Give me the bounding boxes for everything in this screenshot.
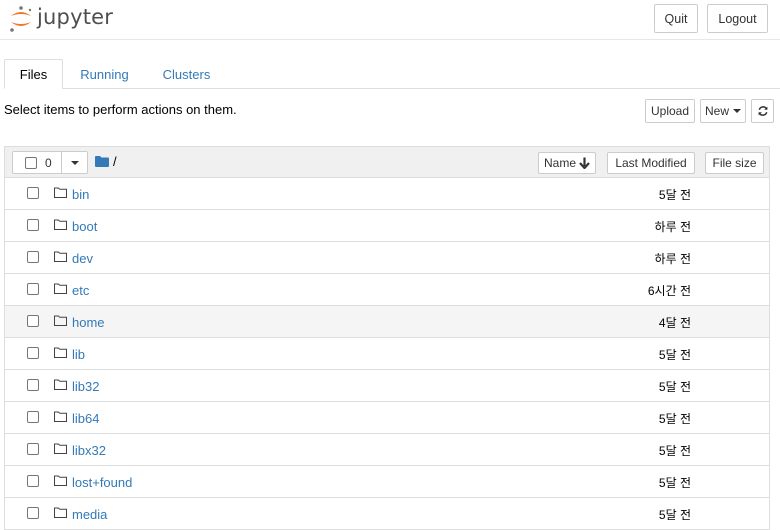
- item-modified: 5달 전: [658, 476, 691, 490]
- file-list: bin 5달 전 boot 하루 전 dev 하루 전 etc 6시간 전 ho…: [4, 178, 770, 530]
- item-name-link[interactable]: dev: [72, 251, 93, 266]
- list-item[interactable]: libx32 5달 전: [4, 434, 770, 466]
- item-name-link[interactable]: etc: [72, 283, 89, 298]
- refresh-button[interactable]: [751, 99, 774, 123]
- new-button[interactable]: New: [700, 99, 746, 123]
- item-name-link[interactable]: lib32: [72, 379, 99, 394]
- select-dropdown-chevron-icon[interactable]: [71, 161, 79, 165]
- item-name-link[interactable]: bin: [72, 187, 89, 202]
- folder-outline-icon: [54, 251, 67, 262]
- folder-outline-icon: [54, 219, 67, 230]
- tab-clusters[interactable]: Clusters: [149, 59, 224, 89]
- selected-count: 0: [45, 156, 52, 170]
- folder-outline-icon: [54, 443, 67, 454]
- folder-outline-icon: [54, 411, 67, 422]
- logout-button[interactable]: Logout: [707, 4, 768, 33]
- chevron-down-icon: [733, 109, 741, 113]
- tab-files[interactable]: Files: [4, 59, 63, 89]
- selection-hint: Select items to perform actions on them.: [4, 102, 237, 117]
- item-modified: 5달 전: [658, 444, 691, 458]
- sort-by-size-button[interactable]: File size: [705, 152, 764, 174]
- list-item[interactable]: dev 하루 전: [4, 242, 770, 274]
- item-checkbox[interactable]: [27, 475, 39, 487]
- list-item[interactable]: lib 5달 전: [4, 338, 770, 370]
- sort-name-label: Name: [543, 156, 576, 170]
- folder-outline-icon: [54, 507, 67, 518]
- item-checkbox[interactable]: [27, 219, 39, 231]
- item-checkbox[interactable]: [27, 347, 39, 359]
- breadcrumb-root[interactable]: /: [113, 154, 117, 169]
- quit-button[interactable]: Quit: [654, 4, 698, 33]
- folder-icon[interactable]: [95, 156, 109, 167]
- list-item[interactable]: home 4달 전: [4, 306, 770, 338]
- jupyter-logo[interactable]: jupyter: [8, 5, 113, 33]
- item-name-link[interactable]: lib: [72, 347, 85, 362]
- folder-outline-icon: [54, 347, 67, 358]
- item-modified: 5달 전: [658, 412, 691, 426]
- list-item[interactable]: bin 5달 전: [4, 178, 770, 210]
- item-checkbox[interactable]: [27, 283, 39, 295]
- item-name-link[interactable]: libx32: [72, 443, 106, 458]
- item-modified: 하루 전: [654, 252, 691, 266]
- tab-running[interactable]: Running: [66, 59, 143, 89]
- item-modified: 5달 전: [658, 188, 691, 202]
- arrow-down-icon: [579, 157, 590, 169]
- file-list-header: 0 / Name Last Modified File size: [4, 146, 770, 178]
- item-name-link[interactable]: boot: [72, 219, 97, 234]
- upload-button[interactable]: Upload: [645, 99, 695, 123]
- item-name-link[interactable]: lost+found: [72, 475, 132, 490]
- list-item[interactable]: lost+found 5달 전: [4, 466, 770, 498]
- list-item[interactable]: lib32 5달 전: [4, 370, 770, 402]
- item-modified: 5달 전: [658, 380, 691, 394]
- item-checkbox[interactable]: [27, 411, 39, 423]
- item-checkbox[interactable]: [27, 443, 39, 455]
- item-modified: 하루 전: [654, 220, 691, 234]
- select-all-group: 0: [12, 151, 88, 174]
- item-checkbox[interactable]: [27, 251, 39, 263]
- folder-outline-icon: [54, 379, 67, 390]
- item-checkbox[interactable]: [27, 379, 39, 391]
- item-modified: 5달 전: [658, 348, 691, 362]
- logo-text: jupyter: [37, 5, 114, 29]
- sort-by-name-button[interactable]: Name: [538, 152, 596, 174]
- item-name-link[interactable]: home: [72, 315, 105, 330]
- list-item[interactable]: media 5달 전: [4, 498, 770, 530]
- item-checkbox[interactable]: [27, 507, 39, 519]
- item-name-link[interactable]: lib64: [72, 411, 99, 426]
- item-modified: 6시간 전: [647, 284, 691, 298]
- item-name-link[interactable]: media: [72, 507, 107, 522]
- breadcrumb: /: [95, 154, 117, 169]
- item-modified: 4달 전: [658, 316, 691, 330]
- folder-outline-icon: [54, 187, 67, 198]
- list-item[interactable]: lib64 5달 전: [4, 402, 770, 434]
- select-divider: [61, 152, 62, 173]
- jupyter-logo-icon: [10, 6, 32, 32]
- sort-by-modified-button[interactable]: Last Modified: [607, 152, 695, 174]
- item-modified: 5달 전: [658, 508, 691, 522]
- header-bar: jupyter Quit Logout: [0, 0, 780, 40]
- folder-outline-icon: [54, 283, 67, 294]
- new-button-label: New: [704, 104, 729, 118]
- folder-outline-icon: [54, 475, 67, 486]
- list-item[interactable]: boot 하루 전: [4, 210, 770, 242]
- tab-bar: Files Running Clusters: [4, 59, 780, 89]
- select-all-checkbox[interactable]: [25, 157, 37, 169]
- list-item[interactable]: etc 6시간 전: [4, 274, 770, 306]
- item-checkbox[interactable]: [27, 315, 39, 327]
- folder-outline-icon: [54, 315, 67, 326]
- refresh-icon: [758, 106, 767, 116]
- item-checkbox[interactable]: [27, 187, 39, 199]
